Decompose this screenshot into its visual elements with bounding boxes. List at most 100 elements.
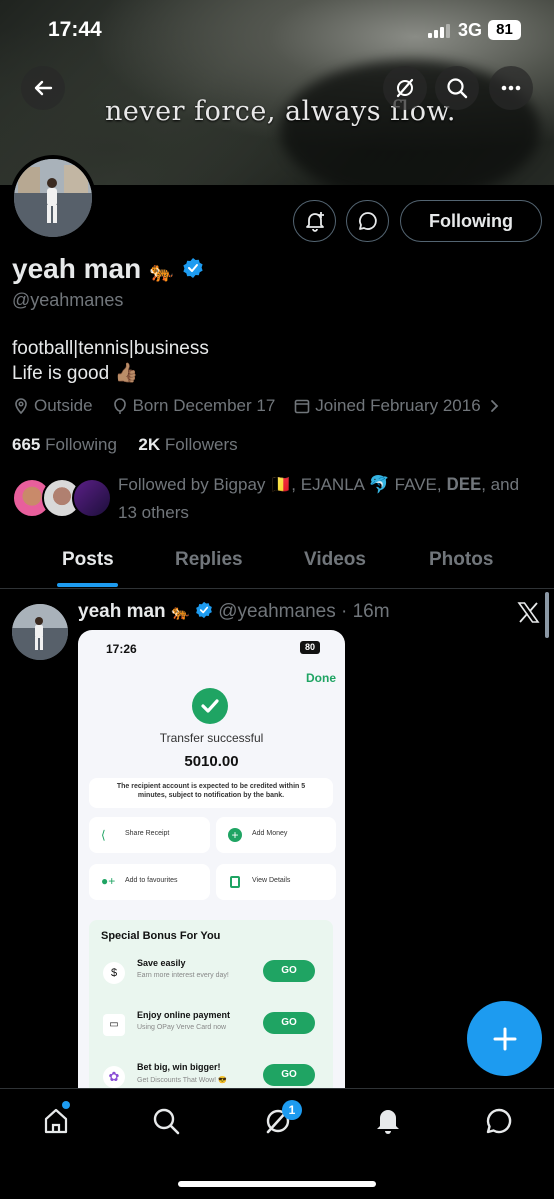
img-go-button: GO	[263, 1012, 315, 1034]
profile-name: yeah man 🐅	[12, 253, 204, 285]
message-button[interactable]	[346, 200, 389, 242]
img-action: ⟨ Share Receipt	[89, 817, 210, 853]
following-link[interactable]: 665 Following	[12, 435, 117, 454]
scrollbar[interactable]	[545, 592, 549, 638]
profile-name-text: yeah man	[12, 253, 142, 284]
status-bar: 17:44 3G 81	[0, 0, 554, 60]
chat-bubble-icon	[486, 1108, 512, 1134]
bio-line: Life is good 👍🏽	[12, 363, 139, 384]
img-action-label: View Details	[252, 877, 291, 884]
img-action: ●+ Add to favourites	[89, 864, 210, 900]
nav-home[interactable]	[36, 1101, 76, 1141]
post-avatar[interactable]	[12, 604, 68, 660]
avatar-photo	[14, 159, 92, 237]
home-indicator	[178, 1181, 376, 1187]
battery-icon: 81	[488, 20, 521, 40]
img-bonus-item: $ Save easily Earn more interest every d…	[99, 956, 325, 996]
nav-grok[interactable]: 1	[258, 1100, 302, 1141]
img-bonus-item: ▭ Enjoy online payment Using OPay Verve …	[99, 1008, 325, 1048]
search-button[interactable]	[435, 66, 479, 110]
joined-text: Joined February 2016	[315, 396, 481, 415]
followers-label: Followers	[164, 435, 238, 454]
img-notice: The recipient account is expected to be …	[89, 778, 333, 808]
notifications-toggle-button[interactable]	[293, 200, 336, 242]
grok-button[interactable]	[383, 66, 427, 110]
network-label: 3G	[458, 20, 483, 40]
img-bonus-title: Special Bonus For You	[101, 930, 221, 942]
tab-replies[interactable]: Replies	[175, 549, 243, 571]
nav-search[interactable]	[146, 1101, 186, 1141]
avatar	[72, 478, 112, 518]
plus-icon	[493, 1027, 516, 1050]
bell-plus-icon	[305, 212, 324, 232]
followed-by-avatars[interactable]	[12, 478, 112, 520]
img-action-label: Add Money	[252, 830, 288, 837]
profile-meta: Outside Born December 17 Joined February…	[12, 396, 505, 416]
tiger-emoji: 🐅	[148, 261, 174, 283]
money-bag-icon: $	[103, 962, 125, 984]
img-action: View Details	[216, 864, 336, 900]
card-icon: ▭	[103, 1014, 125, 1036]
tab-videos[interactable]: Videos	[304, 549, 366, 571]
img-bonus-panel: Special Bonus For You $ Save easily Earn…	[89, 920, 333, 1090]
followers-link[interactable]: 2K Followers	[138, 435, 237, 454]
profile-avatar[interactable]	[10, 155, 96, 241]
tab-posts[interactable]: Posts	[62, 549, 114, 571]
following-button[interactable]: Following	[400, 200, 542, 242]
plus-circle-icon: +	[228, 828, 242, 842]
img-title: Transfer successful	[159, 731, 264, 745]
notification-badge: 1	[282, 1100, 302, 1120]
img-bonus-item-title: Enjoy online payment	[137, 1010, 231, 1020]
img-bonus-item-title: Bet big, win bigger!	[137, 1062, 221, 1072]
img-bonus-item-sub: Get Discounts That Wow! 😎	[137, 1077, 227, 1084]
img-bonus-item-title: Save easily	[137, 958, 186, 968]
img-go-button: GO	[263, 960, 315, 982]
followed-by-text[interactable]: Followed by Bigpay 🇧🇪, EJANLA 🐬 FAVE, 𝐃𝐄…	[118, 471, 538, 527]
location-pin-icon	[15, 398, 27, 415]
compose-post-button[interactable]	[467, 1001, 542, 1076]
check-circle-icon	[192, 688, 228, 724]
grok-icon	[396, 78, 414, 98]
more-button[interactable]	[489, 66, 533, 110]
calendar-icon	[294, 399, 310, 414]
following-count: 665	[12, 435, 41, 454]
img-status-time: 17:26	[106, 642, 137, 656]
post-time: · 16m	[341, 601, 390, 622]
verified-badge-icon	[183, 258, 203, 278]
avatar-photo	[12, 604, 68, 660]
profile-bio: football|tennis|business Life is good 👍🏽	[12, 336, 209, 386]
flower-icon: ✿	[103, 1066, 125, 1088]
nav-messages[interactable]	[479, 1101, 519, 1141]
back-button[interactable]	[21, 66, 65, 110]
tab-photos[interactable]: Photos	[429, 549, 493, 571]
post-author-name[interactable]: yeah man	[78, 601, 166, 622]
post-image[interactable]: 17:26 80 Done Transfer successful 5010.0…	[78, 630, 345, 1090]
followers-count: 2K	[138, 435, 161, 454]
img-action-label: Add to favourites	[125, 877, 178, 884]
x-logo-icon	[517, 602, 540, 623]
signal-icon	[428, 24, 452, 38]
birthday-text: Born December 17	[132, 396, 276, 415]
img-action: + Add Money	[216, 817, 336, 853]
chevron-right-icon	[490, 400, 498, 412]
bio-line: football|tennis|business	[12, 338, 209, 359]
img-battery-icon: 80	[300, 641, 320, 654]
chat-bubble-icon	[358, 212, 377, 230]
post-header: yeah man 🐅 @yeahmanes · 16m	[78, 601, 390, 623]
img-bonus-item-sub: Earn more interest every day!	[137, 972, 229, 979]
img-go-button: GO	[263, 1064, 315, 1086]
nav-notifications[interactable]	[368, 1101, 408, 1141]
home-icon	[44, 1108, 68, 1134]
profile-tabs: Posts Replies Videos Photos	[0, 535, 554, 589]
img-amount: 5010.00	[184, 753, 239, 770]
location-text: Outside	[34, 396, 93, 415]
following-label: Following	[45, 435, 117, 454]
post-author-handle[interactable]: @yeahmanes	[218, 601, 336, 622]
active-tab-indicator	[57, 583, 118, 587]
img-bonus-item-sub: Using OPay Verve Card now	[137, 1024, 227, 1031]
list-icon	[230, 876, 240, 888]
add-user-icon: ●+	[101, 874, 116, 888]
verified-badge-icon	[196, 601, 212, 619]
search-icon	[447, 78, 468, 99]
tiger-emoji: 🐅	[170, 604, 190, 621]
